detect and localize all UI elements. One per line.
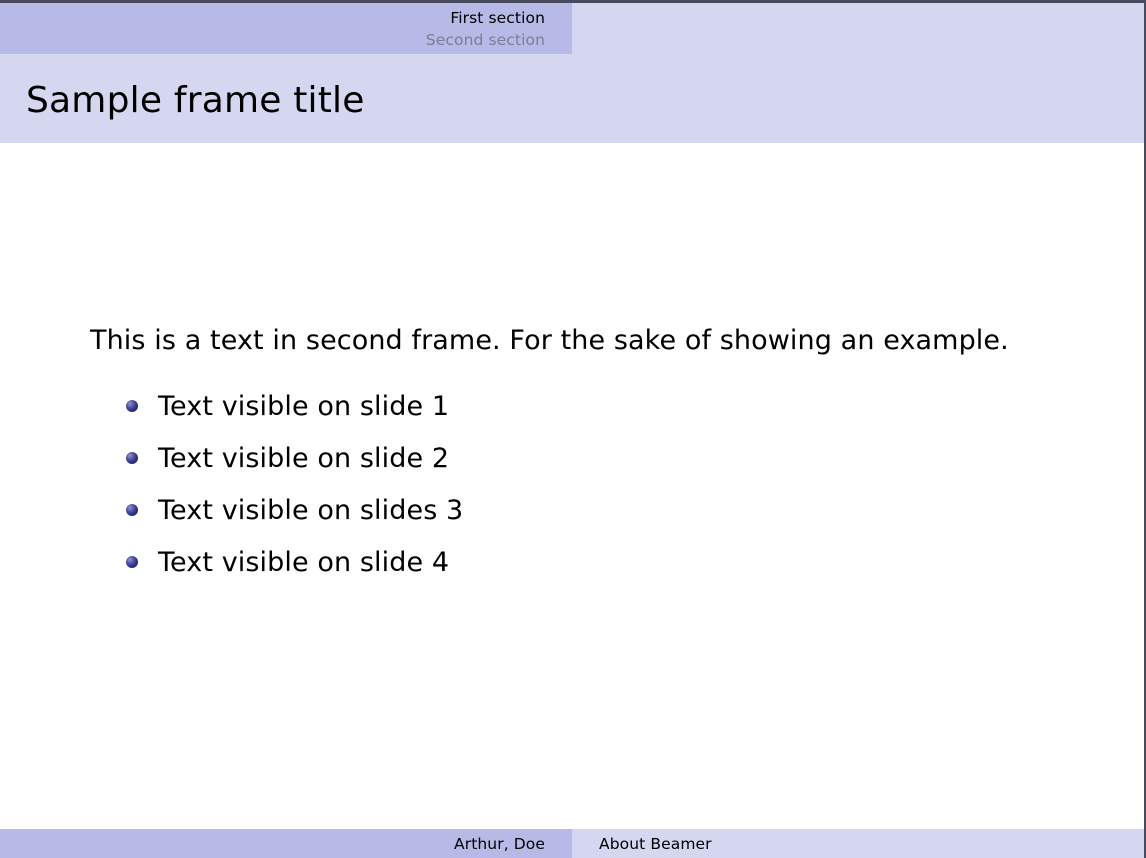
headline-navigation-bar: First section Second section — [0, 0, 1144, 54]
ball-bullet-icon — [126, 400, 138, 412]
list-item-label: Text visible on slide 2 — [158, 442, 450, 474]
bullet-list: Text visible on slide 1 Text visible on … — [124, 380, 463, 588]
list-item: Text visible on slide 4 — [124, 536, 463, 588]
beamer-slide: First section Second section Sample fram… — [0, 0, 1146, 858]
slide-body: This is a text in second frame. For the … — [0, 143, 1144, 858]
ball-bullet-icon — [126, 452, 138, 464]
ball-bullet-icon — [126, 504, 138, 516]
footline-title-band: About Beamer — [572, 829, 1144, 858]
list-item-label: Text visible on slide 4 — [158, 546, 450, 578]
list-item: Text visible on slide 2 — [124, 432, 463, 484]
footline-author: Arthur, Doe — [454, 834, 545, 853]
footline-title: About Beamer — [599, 834, 712, 853]
list-item: Text visible on slide 1 — [124, 380, 463, 432]
section-nav-item-second[interactable]: Second section — [426, 29, 545, 51]
footline: Arthur, Doe About Beamer — [0, 829, 1144, 858]
section-navigation-list: First section Second section — [0, 3, 572, 54]
section-nav-item-first[interactable]: First section — [450, 7, 545, 29]
list-item-label: Text visible on slide 1 — [158, 390, 450, 422]
ball-bullet-icon — [126, 556, 138, 568]
footline-author-band: Arthur, Doe — [0, 829, 572, 858]
list-item-label: Text visible on slides 3 — [158, 494, 464, 526]
frame-title-bar: Sample frame title — [0, 54, 1144, 143]
list-item: Text visible on slides 3 — [124, 484, 463, 536]
body-paragraph: This is a text in second frame. For the … — [90, 325, 1009, 356]
page-title: Sample frame title — [26, 80, 365, 121]
